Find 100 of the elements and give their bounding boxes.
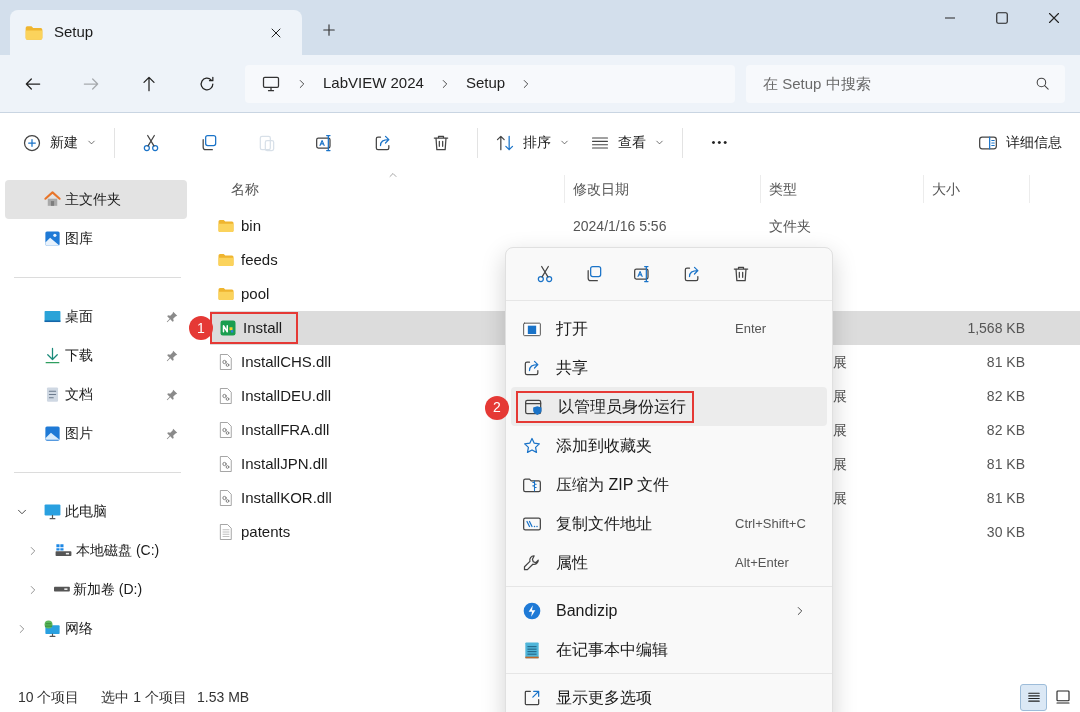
file-name[interactable]: InstallCHS.dll: [241, 350, 332, 374]
size-cell: 81 KB: [986, 490, 1025, 506]
menu-label: 打开: [556, 318, 588, 339]
picture-icon: [43, 424, 62, 443]
shortcut-label: Alt+Enter: [735, 553, 789, 572]
dll-file-icon: [217, 455, 235, 473]
type-cell: 文件夹: [769, 218, 811, 234]
menu-item[interactable]: 打开 Enter: [511, 309, 827, 348]
selection-count: 选中 1 个项目: [101, 687, 188, 707]
menu-label: 共享: [556, 357, 588, 378]
date-cell: 2024/1/16 5:56: [573, 218, 667, 234]
size-cell: 1,568 KB: [967, 320, 1025, 336]
menu-label: 在记事本中编辑: [556, 639, 668, 660]
sidebar-item[interactable]: 网络: [5, 609, 187, 648]
type-cell: 展: [833, 388, 847, 404]
breadcrumb[interactable]: Setup: [465, 72, 506, 95]
selection-size: 1.53 MB: [197, 687, 250, 707]
column-header[interactable]: 大小: [932, 175, 1029, 203]
file-name[interactable]: pool: [241, 282, 270, 306]
shortcut-label: Enter: [735, 319, 767, 338]
sidebar-label: 此电脑: [65, 502, 108, 521]
file-name[interactable]: bin: [241, 214, 262, 238]
dll-file-icon: [217, 421, 235, 439]
sidebar-item[interactable]: 本地磁盘 (C:): [5, 531, 187, 570]
maximize-icon: [993, 9, 1011, 27]
type-cell: 展: [833, 456, 847, 472]
menu-label: 复制文件地址: [556, 513, 652, 534]
file-name[interactable]: feeds: [241, 248, 278, 272]
file-name[interactable]: InstallDEU.dll: [241, 384, 332, 408]
breadcrumb[interactable]: LabVIEW 2024: [323, 72, 424, 95]
menu-item[interactable]: 压缩为 ZIP 文件: [511, 465, 827, 504]
menu-label: 显示更多选项: [556, 687, 652, 708]
step-badge: 1: [189, 316, 213, 340]
sort-button[interactable]: 排序: [485, 122, 580, 163]
type-cell: 展: [833, 354, 847, 370]
sidebar-label: 主文件夹: [65, 190, 122, 209]
column-header[interactable]: 修改日期: [573, 175, 760, 203]
menu-label: 属性: [556, 552, 588, 573]
search-field[interactable]: 在 Setup 中搜索: [746, 64, 1065, 103]
menu-item[interactable]: 属性 Alt+Enter: [511, 543, 827, 582]
menu-item[interactable]: 在记事本中编辑: [511, 630, 827, 669]
folder-icon: [217, 217, 235, 235]
house-icon: [43, 190, 62, 209]
menu-item[interactable]: 共享: [511, 348, 827, 387]
sidebar-item[interactable]: 图片: [5, 414, 187, 453]
gallery-icon: [43, 229, 62, 248]
computer-icon: [43, 502, 62, 521]
bolt-circle-icon: [522, 600, 542, 621]
sidebar-item[interactable]: 下载: [5, 336, 187, 375]
sidebar-label: 文档: [65, 385, 94, 404]
file-name[interactable]: InstallJPN.dll: [241, 452, 328, 476]
sidebar-label: 下载: [65, 346, 94, 365]
menu-item[interactable]: 添加到收藏夹: [511, 426, 827, 465]
tiles-icon: [1053, 688, 1072, 706]
sidebar-label: 网络: [65, 619, 94, 638]
drive-icon: [54, 586, 70, 593]
sidebar-item[interactable]: 桌面: [5, 297, 187, 336]
details-button[interactable]: 详细信息: [978, 122, 1062, 163]
sidebar-item[interactable]: 新加卷 (D:): [5, 570, 187, 609]
address-bar[interactable]: LabVIEW 2024 Setup: [245, 64, 735, 103]
shortcut-label: Ctrl+Shift+C: [735, 514, 806, 533]
size-cell: 30 KB: [986, 524, 1025, 540]
details-view-button[interactable]: [1020, 683, 1047, 711]
sidebar-item[interactable]: 图库: [5, 219, 187, 258]
view-button[interactable]: 查看: [580, 122, 675, 163]
new-button[interactable]: 新建: [12, 122, 107, 163]
sidebar-label: 图片: [65, 424, 94, 443]
dll-file-icon: [217, 387, 235, 405]
item-count: 10 个项目: [18, 687, 80, 707]
menu-item[interactable]: 复制文件地址 Ctrl+Shift+C: [511, 504, 827, 543]
plus-icon: [320, 21, 338, 39]
file-name[interactable]: Install: [243, 316, 283, 340]
sidebar-item[interactable]: 主文件夹: [5, 180, 187, 219]
dll-file-icon: [217, 353, 235, 371]
column-header[interactable]: 名称: [231, 175, 564, 203]
wrench-icon: [522, 552, 542, 573]
network-icon: [43, 619, 62, 638]
sidebar-label: 新加卷 (D:): [72, 580, 144, 599]
tab[interactable]: Setup: [10, 10, 302, 55]
sidebar-item[interactable]: 文档: [5, 375, 187, 414]
sidebar-item[interactable]: 此电脑: [5, 492, 187, 531]
download-icon: [43, 346, 62, 365]
tab-title: Setup: [54, 22, 95, 43]
menu-item[interactable]: Bandizip: [511, 591, 827, 630]
file-name[interactable]: patents: [241, 520, 291, 544]
text-file-icon: [217, 523, 235, 541]
file-name[interactable]: InstallFRA.dll: [241, 418, 330, 442]
menu-label: 添加到收藏夹: [556, 435, 652, 456]
minimize-icon: [944, 17, 956, 19]
menu-label: 压缩为 ZIP 文件: [556, 474, 670, 495]
menu-label: Bandizip: [556, 600, 618, 621]
dll-file-icon: [217, 489, 235, 507]
menu-item[interactable]: 显示更多选项: [511, 678, 827, 712]
sidebar-label: 本地磁盘 (C:): [76, 541, 161, 560]
column-header[interactable]: 类型: [769, 175, 923, 203]
menu-label: 以管理员身份运行: [558, 396, 686, 417]
file-name[interactable]: InstallKOR.dll: [241, 486, 332, 510]
folder-icon: [217, 285, 235, 303]
size-cell: 81 KB: [986, 456, 1025, 472]
app-icon: [219, 319, 237, 337]
